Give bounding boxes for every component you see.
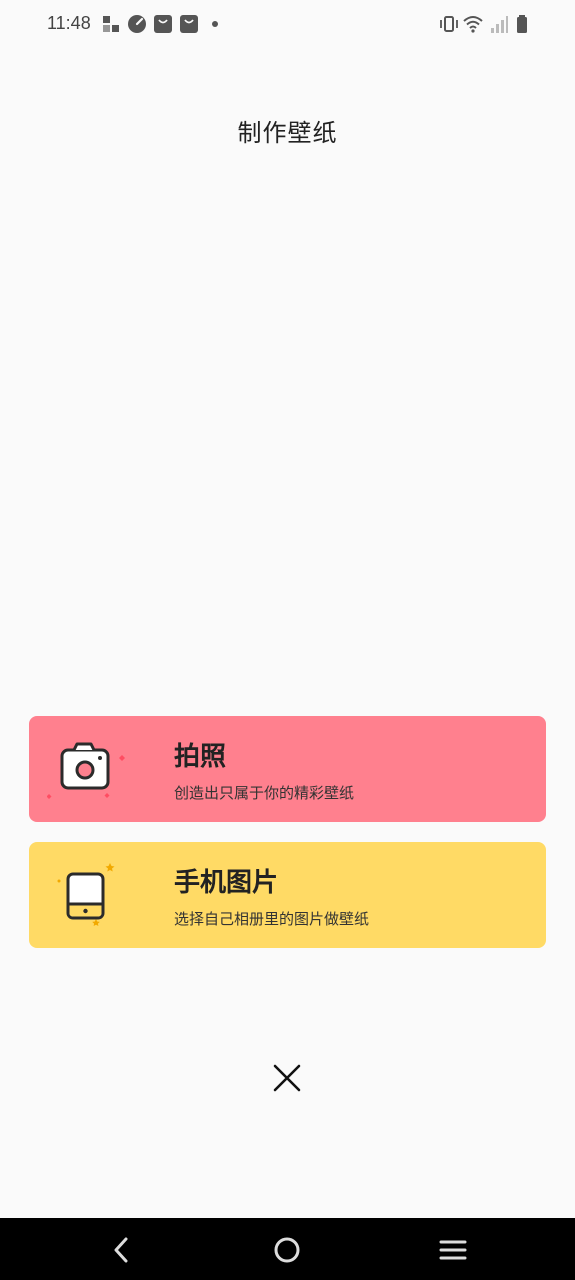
back-icon[interactable]	[105, 1234, 137, 1266]
camera-icon	[47, 742, 125, 799]
phone-album-button[interactable]: 手机图片 选择自己相册里的图片做壁纸	[29, 842, 546, 948]
vibrate-icon	[440, 16, 458, 32]
bag-icon	[154, 15, 172, 33]
screen: 11:48 制作壁纸 拍照 创造出只属于你的精彩壁纸 手机图片 选择自己相册里的…	[0, 0, 575, 1280]
wifi-icon	[463, 16, 483, 33]
dot-icon	[212, 21, 218, 27]
bag-icon	[180, 15, 198, 33]
take-photo-button[interactable]: 拍照 创造出只属于你的精彩壁纸	[29, 716, 546, 822]
phone-album-subtitle: 选择自己相册里的图片做壁纸	[174, 910, 370, 928]
take-photo-subtitle: 创造出只属于你的精彩壁纸	[174, 784, 355, 802]
home-icon[interactable]	[271, 1234, 303, 1266]
navigation-bar	[0, 1218, 575, 1280]
phone-album-title: 手机图片	[174, 868, 279, 898]
close-icon[interactable]	[267, 1058, 307, 1098]
signal-icon	[491, 16, 508, 33]
shuffle-app-icon	[103, 16, 119, 32]
menu-icon[interactable]	[437, 1234, 469, 1266]
phone-gallery-icon	[57, 863, 115, 926]
battery-icon	[517, 15, 527, 33]
status-bar: 11:48	[0, 0, 575, 48]
status-time: 11:48	[47, 13, 91, 33]
speedometer-icon	[128, 15, 146, 33]
page-title: 制作壁纸	[237, 119, 338, 147]
take-photo-title: 拍照	[174, 742, 227, 772]
